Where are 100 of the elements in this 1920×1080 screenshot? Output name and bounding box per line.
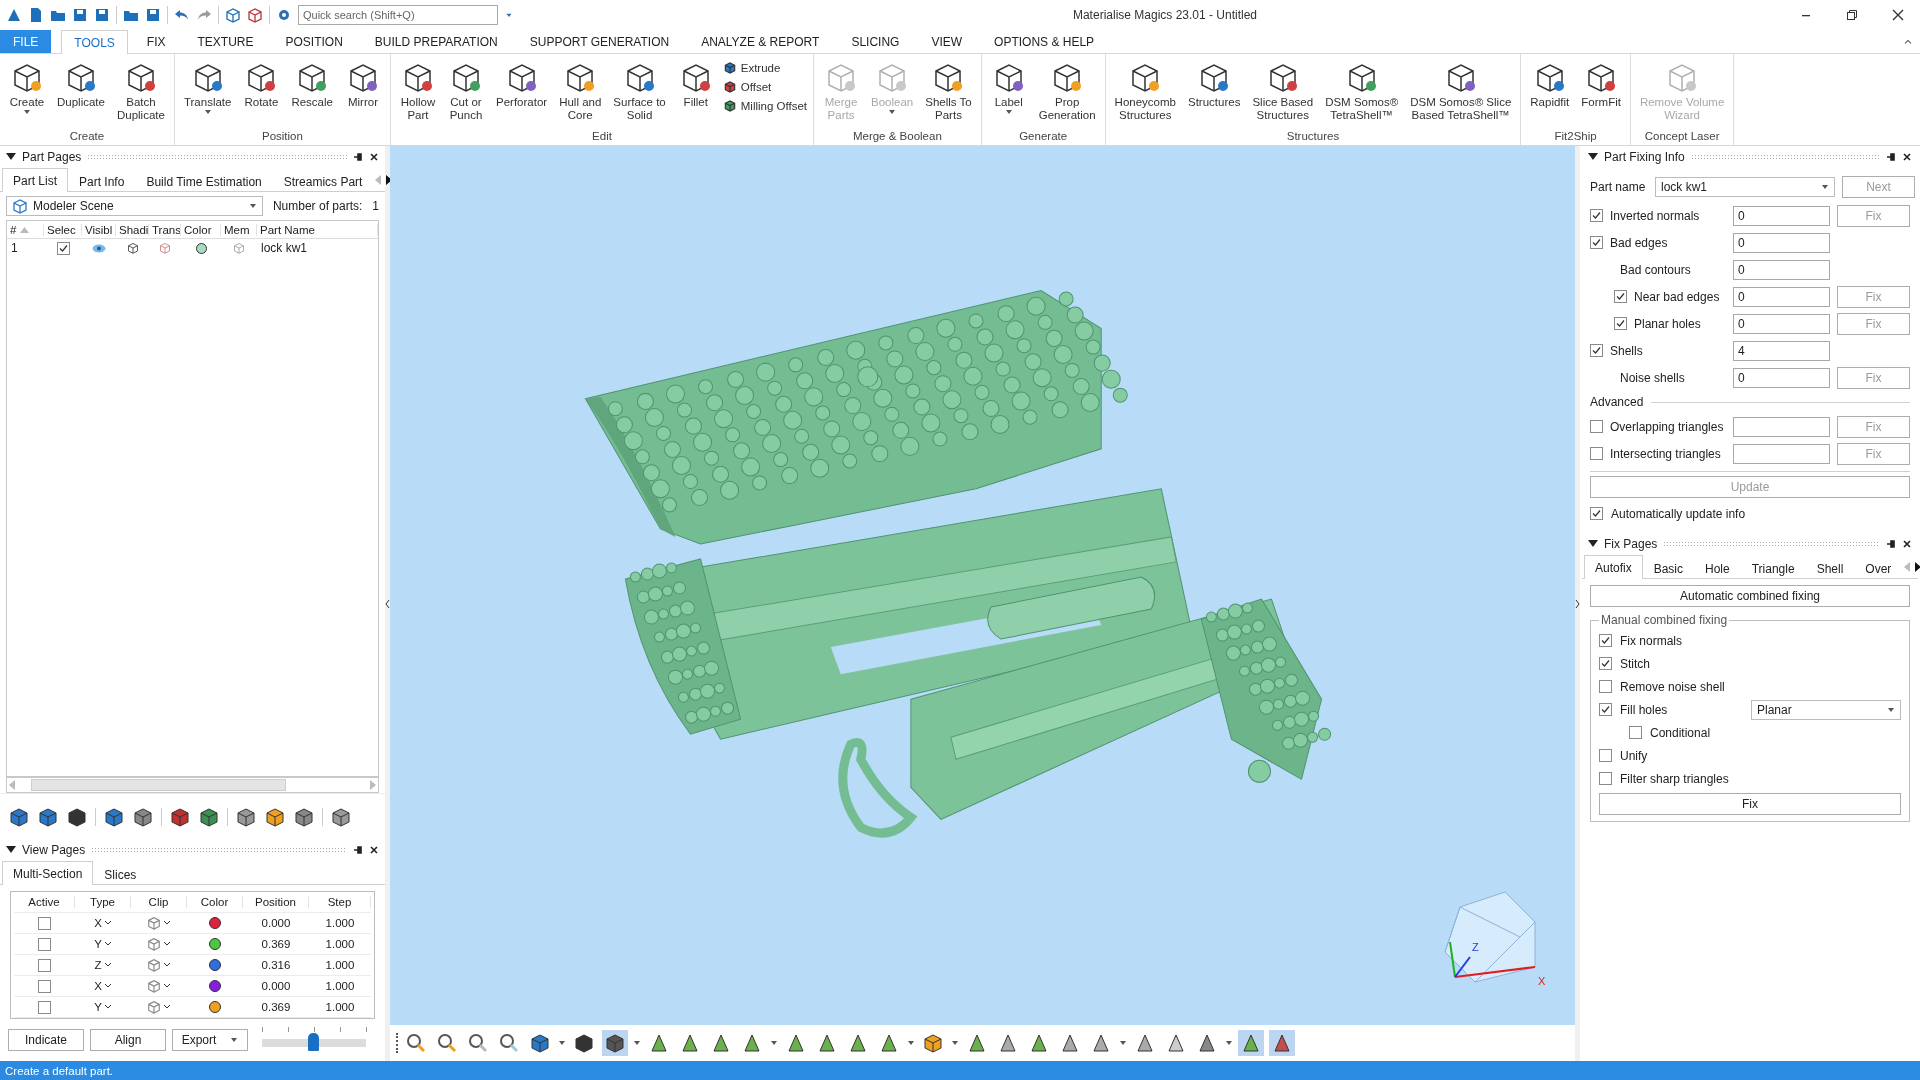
fix-button[interactable]: Fix (1599, 793, 1901, 815)
ribbon-button[interactable]: Fillet (672, 58, 719, 111)
document-icon[interactable] (28, 7, 44, 23)
tab[interactable]: Hole (1694, 557, 1741, 579)
ribbon-tab[interactable]: OPTIONS & HELP (981, 30, 1108, 53)
tab[interactable]: Multi-Section (2, 861, 94, 885)
checkbox[interactable] (38, 979, 51, 993)
ribbon-tab[interactable]: FIX (133, 30, 179, 53)
color-dot[interactable] (209, 917, 221, 929)
triangle-icon[interactable] (741, 1032, 763, 1054)
checkbox[interactable] (1599, 657, 1612, 670)
clip-cube-icon[interactable] (147, 978, 161, 994)
chevron-icon[interactable] (163, 962, 171, 968)
gear-icon[interactable] (276, 7, 292, 23)
value-field[interactable] (1733, 416, 1830, 437)
dropdown[interactable]: Planar (1751, 699, 1901, 720)
ribbon-button[interactable]: Cut or Punch (443, 58, 489, 124)
color-dot[interactable] (195, 242, 207, 254)
ribbon-tab[interactable]: POSITION (272, 30, 356, 53)
chevron-icon[interactable] (163, 983, 171, 989)
triangle-icon[interactable] (997, 1032, 1019, 1054)
ribbon-button[interactable]: Surface to Solid (608, 58, 671, 124)
axis-type[interactable]: Z (94, 959, 102, 971)
ribbon-tab[interactable]: TOOLS (61, 30, 128, 54)
restore-icon[interactable] (1844, 7, 1860, 23)
column-header[interactable]: # (7, 223, 44, 236)
column-header[interactable]: Mem (221, 223, 257, 236)
triangle-icon[interactable] (1165, 1032, 1187, 1054)
color-dot[interactable] (209, 938, 221, 950)
ribbon-button[interactable]: Rescale (286, 58, 338, 111)
ribbon-tab[interactable]: SLICING (838, 30, 913, 53)
triangle-icon[interactable] (1134, 1032, 1156, 1054)
pin-icon[interactable] (1886, 539, 1896, 549)
chevron-icon[interactable] (103, 962, 112, 968)
triangle-icon[interactable] (1240, 1032, 1262, 1054)
ribbon-tab[interactable]: TEXTURE (184, 30, 267, 53)
triangle-icon[interactable] (710, 1032, 732, 1054)
checkbox[interactable] (38, 1000, 51, 1014)
column-header[interactable]: Part Name (257, 223, 378, 236)
color-dot[interactable] (209, 980, 221, 992)
checkbox[interactable] (1590, 507, 1603, 520)
clip-cube-icon[interactable] (147, 936, 161, 952)
close-icon[interactable] (369, 152, 379, 162)
clip-cube-icon[interactable] (147, 999, 161, 1015)
triangle-icon[interactable] (785, 1032, 807, 1054)
tab[interactable]: Basic (1642, 557, 1695, 579)
value-field[interactable]: 0 (1733, 232, 1830, 253)
scrollbar-thumb[interactable] (31, 779, 286, 791)
checkbox[interactable] (1590, 236, 1603, 249)
ribbon-tab[interactable]: BUILD PREPARATION (361, 30, 511, 53)
save-icon[interactable] (72, 7, 88, 23)
ribbon-button[interactable]: FormFit (1576, 58, 1626, 111)
column-header[interactable]: Trans (149, 223, 181, 236)
eye-icon[interactable] (92, 243, 106, 253)
triangle-icon[interactable] (1271, 1032, 1293, 1054)
ribbon-button[interactable]: Prop Generation (1033, 58, 1101, 124)
column-header[interactable]: Selec (44, 223, 82, 236)
checkbox[interactable] (1614, 317, 1627, 330)
tab[interactable]: Autofix (1584, 555, 1643, 579)
triangle-icon[interactable] (966, 1032, 988, 1054)
checkbox[interactable] (38, 958, 51, 972)
pin-icon[interactable] (353, 845, 363, 855)
collapse-right-icon[interactable] (1575, 598, 1580, 609)
ribbon-button[interactable]: Slice Based Structures (1247, 58, 1319, 124)
value-field[interactable]: 4 (1733, 340, 1830, 361)
checkbox[interactable] (56, 241, 70, 255)
collapse-icon[interactable] (6, 846, 16, 854)
ribbon-button[interactable]: Batch Duplicate (111, 58, 170, 124)
ribbon-button[interactable]: Offset (720, 79, 809, 95)
column-header[interactable]: Visibl (82, 223, 116, 236)
value-field[interactable]: 0 (1733, 205, 1830, 226)
clip-cube-icon[interactable] (147, 957, 161, 973)
checkbox[interactable] (1590, 447, 1603, 460)
triangle-icon[interactable] (1028, 1032, 1050, 1054)
scroll-right-icon[interactable] (1913, 559, 1920, 574)
close-icon[interactable] (1902, 152, 1912, 162)
checkbox[interactable] (1590, 344, 1603, 357)
checkbox[interactable] (1599, 749, 1612, 762)
value-field[interactable]: 0 (1733, 286, 1830, 307)
magnifier-icon[interactable] (405, 1032, 427, 1054)
triangle-icon[interactable] (878, 1032, 900, 1054)
triangle-icon[interactable] (648, 1032, 670, 1054)
triangle-icon[interactable] (1059, 1032, 1081, 1054)
cube-icon[interactable] (573, 1032, 595, 1054)
checkbox[interactable] (1599, 772, 1612, 785)
slider-thumb[interactable] (307, 1033, 319, 1051)
tab[interactable]: Triangle (1740, 557, 1806, 579)
clip-cube-icon[interactable] (147, 915, 161, 931)
tab[interactable]: Build Time Estimation (135, 170, 273, 192)
tab[interactable]: Part List (2, 168, 68, 192)
ribbon-button[interactable]: Translate (178, 58, 237, 117)
save-icon[interactable] (94, 7, 110, 23)
file-menu-button[interactable]: FILE (0, 30, 52, 53)
tab[interactable]: Shell (1805, 557, 1855, 579)
collapse-icon[interactable] (6, 153, 16, 161)
triangle-icon[interactable] (816, 1032, 838, 1054)
axis-type[interactable]: Y (94, 938, 102, 950)
ribbon-button[interactable]: Perforator (491, 58, 553, 111)
close-icon[interactable] (1902, 539, 1912, 549)
magnifier-icon[interactable] (467, 1032, 489, 1054)
